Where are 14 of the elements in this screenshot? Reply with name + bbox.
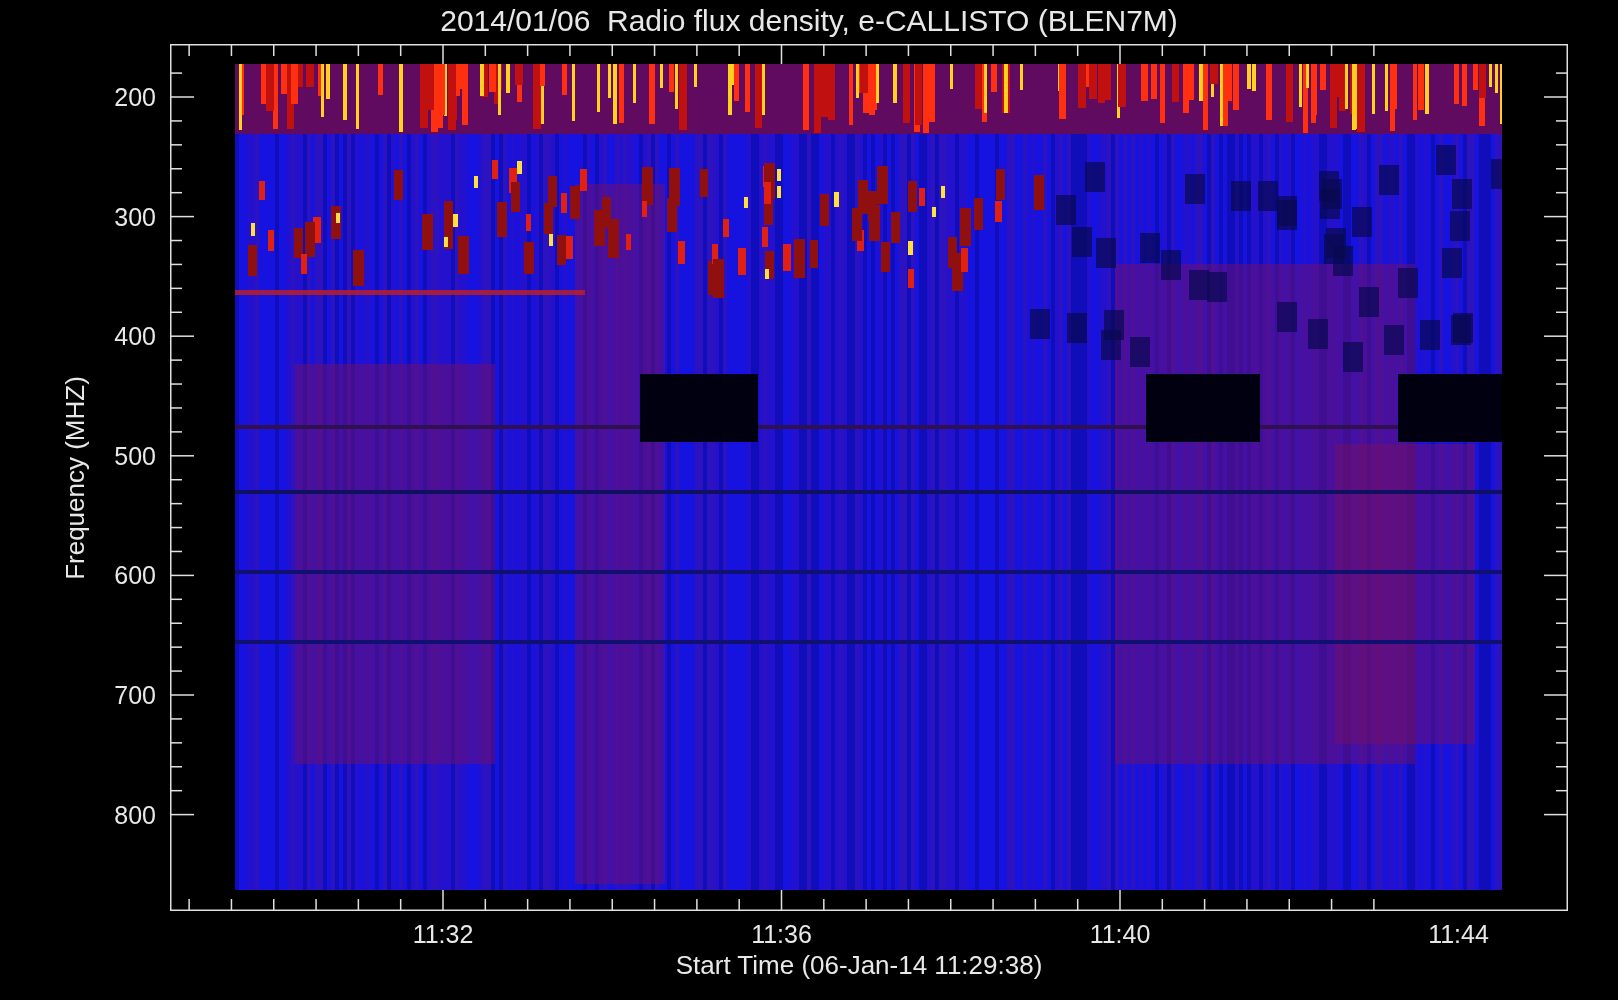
- x-tick-label: 11:32: [411, 920, 475, 948]
- y-tick-label: 400: [113, 322, 156, 351]
- y-tick-label: 200: [113, 83, 156, 111]
- x-axis-label: Start Time (06-Jan-14 11:29:38): [674, 950, 1043, 980]
- y-tick-label: 500: [113, 441, 156, 470]
- y-axis-label: Frequency (MHZ): [60, 376, 90, 580]
- x-tick-label: 11:44: [1427, 920, 1490, 948]
- x-tick-label: 11:36: [750, 920, 813, 948]
- chart-title: 2014/01/06 Radio flux density, e-CALLISTO (BLEN7M): [440, 3, 1178, 39]
- y-tick-label: 600: [113, 561, 156, 590]
- y-tick-label: 300: [113, 202, 156, 231]
- y-tick-label: 800: [113, 800, 156, 829]
- y-tick-label: 700: [113, 681, 156, 709]
- x-tick-label: 11:40: [1088, 920, 1152, 948]
